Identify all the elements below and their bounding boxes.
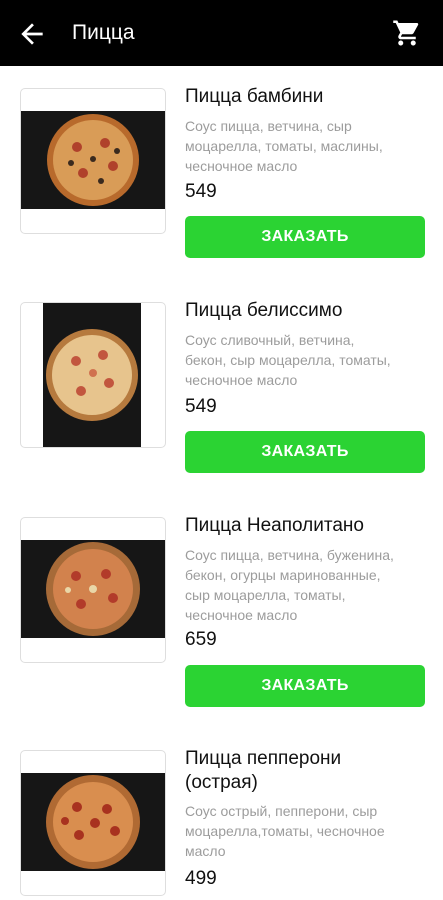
description-line: масло — [185, 843, 226, 859]
app-bar: Пицца — [0, 0, 443, 66]
description-line: моцарелла,томаты, чесночное — [185, 823, 385, 839]
product-name: Пицца белиссимо — [185, 300, 343, 321]
order-button[interactable]: ЗАКАЗАТЬ — [185, 665, 425, 707]
product-name-line: (острая) — [185, 772, 258, 793]
pizza-photo — [21, 773, 165, 871]
description-line: Соус сливочный, ветчина, — [185, 332, 355, 348]
description-line: бекон, сыр моцарелла, томаты, — [185, 352, 391, 368]
cart-button[interactable] — [392, 18, 426, 50]
back-button[interactable] — [16, 18, 56, 50]
product-description: Соус сливочный, ветчина, бекон, сыр моца… — [185, 330, 430, 390]
description-line: Соус пицца, ветчина, сыр — [185, 118, 352, 134]
product-price: 499 — [185, 868, 217, 889]
product-description: Соус острый, пепперони, сыр моцарелла,то… — [185, 801, 430, 861]
arrow-left-icon — [21, 23, 43, 45]
product-description: Соус пицца, ветчина, сыр моцарелла, тома… — [185, 116, 430, 176]
product-name: Пицца пепперони (острая) — [185, 747, 430, 795]
order-button[interactable]: ЗАКАЗАТЬ — [185, 216, 425, 258]
pizza-photo — [21, 540, 165, 638]
product-image[interactable] — [20, 302, 166, 448]
product-name: Пицца Неаполитано — [185, 515, 364, 536]
description-line: чесночное масло — [185, 158, 298, 174]
description-line: чесночное масло — [185, 607, 298, 623]
product-image[interactable] — [20, 517, 166, 663]
product-price: 549 — [185, 181, 217, 202]
description-line: бекон, огурцы маринованные, — [185, 567, 381, 583]
product-price: 659 — [185, 629, 217, 650]
product-name: Пицца бамбини — [185, 86, 324, 107]
page-title: Пицца — [72, 21, 135, 44]
description-line: моцарелла, томаты, маслины, — [185, 138, 383, 154]
product-price: 549 — [185, 396, 217, 417]
product-image[interactable] — [20, 750, 166, 896]
description-line: Соус пицца, ветчина, буженина, — [185, 547, 394, 563]
description-line: сыр моцарелла, томаты, — [185, 587, 346, 603]
product-description: Соус пицца, ветчина, буженина, бекон, ог… — [185, 545, 430, 625]
description-line: Соус острый, пепперони, сыр — [185, 803, 378, 819]
order-button[interactable]: ЗАКАЗАТЬ — [185, 431, 425, 473]
shopping-cart-icon — [393, 20, 419, 46]
description-line: чесночное масло — [185, 372, 298, 388]
pizza-photo — [43, 303, 141, 447]
product-name-line: Пицца пепперони — [185, 748, 342, 769]
product-image[interactable] — [20, 88, 166, 234]
pizza-photo — [21, 111, 165, 209]
